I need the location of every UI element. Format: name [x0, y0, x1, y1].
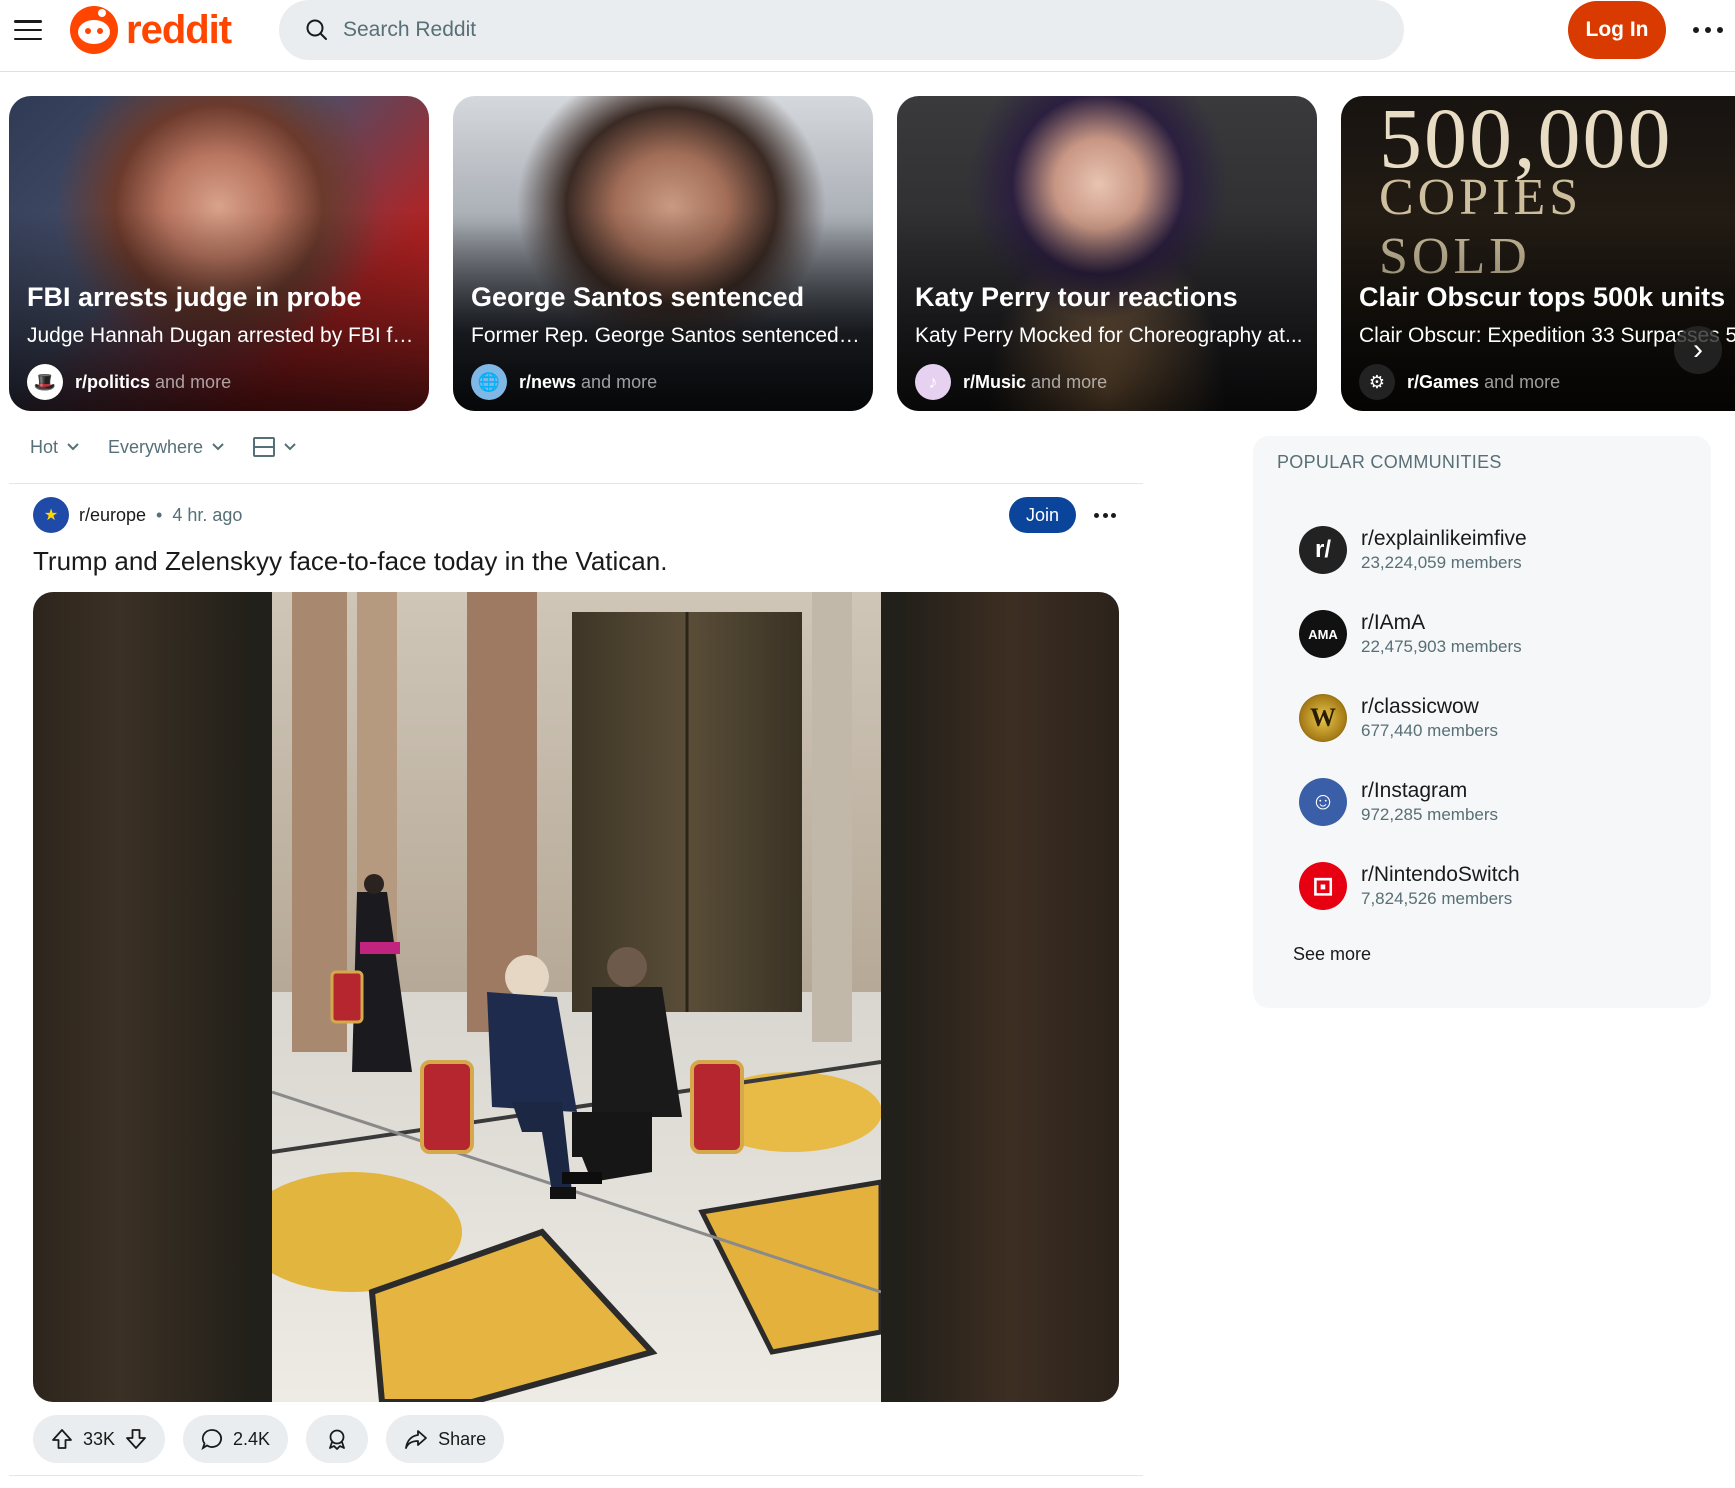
- card-subreddit-suffix: and more: [1031, 371, 1108, 392]
- post-divider: [9, 1475, 1143, 1476]
- share-label: Share: [438, 1428, 487, 1449]
- post-title[interactable]: Trump and Zelenskyy face-to-face today i…: [33, 546, 667, 577]
- card-subreddit-name: r/Games: [1407, 371, 1480, 392]
- community-item[interactable]: ⊡ r/NintendoSwitch 7,824,526 members: [1299, 862, 1520, 910]
- sort-bar: Hot Everywhere: [30, 432, 325, 462]
- card-subreddit-suffix: and more: [155, 371, 232, 392]
- card-layout-icon: [253, 437, 276, 457]
- sort-label: Hot: [30, 436, 59, 457]
- layout-dropdown[interactable]: [253, 437, 297, 457]
- trending-card[interactable]: George Santos sentenced Former Rep. Geor…: [453, 96, 873, 411]
- comment-count: 2.4K: [233, 1428, 271, 1449]
- card-subreddit[interactable]: ♪ r/Music and more: [915, 364, 1107, 400]
- community-item[interactable]: ☺ r/Instagram 972,285 members: [1299, 778, 1498, 826]
- sidebar-title: POPULAR COMMUNITIES: [1277, 452, 1502, 472]
- card-subreddit-suffix: and more: [1484, 371, 1561, 392]
- popular-communities-panel: POPULAR COMMUNITIES r/ r/explainlikeimfi…: [1253, 436, 1711, 1008]
- community-item[interactable]: r/ r/explainlikeimfive 23,224,059 member…: [1299, 526, 1527, 574]
- trending-card[interactable]: 500,000 COPIES SOLD Clair Obscur tops 50…: [1341, 96, 1735, 411]
- card-subreddit[interactable]: 🌐 r/news and more: [471, 364, 657, 400]
- join-button[interactable]: Join: [1009, 497, 1076, 533]
- instagram-snoo-icon: ☺: [1299, 778, 1347, 826]
- community-name: r/classicwow: [1361, 695, 1479, 718]
- card-subreddit-name: r/politics: [75, 371, 151, 392]
- logo-wordmark: reddit: [126, 7, 232, 52]
- politics-avatar-icon: 🎩: [27, 364, 63, 400]
- community-members: 7,824,526 members: [1361, 889, 1513, 908]
- chevron-down-icon: [284, 443, 296, 451]
- card-subreddit[interactable]: ⚙ r/Games and more: [1359, 364, 1560, 400]
- award-icon: [329, 1429, 345, 1450]
- music-avatar-icon: ♪: [915, 364, 951, 400]
- reddit-logo[interactable]: reddit: [70, 6, 232, 54]
- upvote-icon[interactable]: [51, 1428, 73, 1450]
- card-title: Katy Perry tour reactions: [915, 282, 1238, 312]
- community-members: 23,224,059 members: [1361, 553, 1522, 572]
- card-subreddit-name: r/news: [519, 371, 577, 392]
- post-separator: •: [156, 504, 163, 525]
- nintendoswitch-icon: ⊡: [1299, 862, 1347, 910]
- community-name: r/IAmA: [1361, 611, 1426, 634]
- community-members: 22,475,903 members: [1361, 637, 1522, 656]
- sort-dropdown[interactable]: Hot: [30, 437, 80, 458]
- vote-pill: 33K: [33, 1415, 166, 1463]
- post-timestamp: 4 hr. ago: [172, 504, 243, 525]
- post-photo: [272, 592, 881, 1402]
- card-description: Former Rep. George Santos sentenced t...: [471, 324, 863, 347]
- reddit-snoo-icon: [70, 6, 118, 54]
- community-name: r/Instagram: [1361, 779, 1468, 802]
- iama-icon: AMA: [1299, 610, 1347, 658]
- login-button[interactable]: Log In: [1568, 1, 1666, 59]
- card-subreddit[interactable]: 🎩 r/politics and more: [27, 364, 231, 400]
- games-avatar-icon: ⚙: [1359, 364, 1395, 400]
- trending-carousel: FBI arrests judge in probe Judge Hannah …: [9, 96, 1735, 411]
- news-globe-icon: 🌐: [471, 364, 507, 400]
- community-name: r/explainlikeimfive: [1361, 527, 1527, 550]
- top-header: reddit Search Reddit Log In: [0, 0, 1735, 72]
- chevron-down-icon: [212, 443, 224, 451]
- card-title: George Santos sentenced: [471, 282, 805, 312]
- scope-dropdown[interactable]: Everywhere: [108, 437, 225, 458]
- scope-label: Everywhere: [108, 436, 204, 457]
- vote-count: 33K: [83, 1428, 116, 1449]
- card-description: Judge Hannah Dugan arrested by FBI fo...: [27, 324, 419, 347]
- post-options-icon[interactable]: [1094, 504, 1116, 526]
- post-actions: 33K 2.4K Share: [33, 1415, 505, 1463]
- comment-icon: [201, 1429, 223, 1450]
- post-meta: ★ r/europe • 4 hr. ago: [33, 497, 242, 533]
- carousel-next-icon[interactable]: ›: [1674, 326, 1722, 374]
- feed-divider: [9, 483, 1143, 484]
- card-title: FBI arrests judge in probe: [27, 282, 362, 312]
- community-members: 677,440 members: [1361, 721, 1499, 740]
- share-button[interactable]: Share: [386, 1415, 505, 1463]
- card-title: Clair Obscur tops 500k units: [1359, 282, 1726, 312]
- search-icon: [306, 19, 327, 40]
- vatican-meeting-photo: [272, 592, 881, 1402]
- community-name: r/NintendoSwitch: [1361, 863, 1520, 886]
- community-item[interactable]: AMA r/IAmA 22,475,903 members: [1299, 610, 1522, 658]
- community-item[interactable]: W r/classicwow 677,440 members: [1299, 694, 1498, 742]
- chevron-down-icon: [67, 443, 79, 451]
- explainlikeimfive-icon: r/: [1299, 526, 1347, 574]
- card-subreddit-name: r/Music: [963, 371, 1027, 392]
- trending-card[interactable]: Katy Perry tour reactions Katy Perry Moc…: [897, 96, 1317, 411]
- share-icon: [405, 1430, 427, 1449]
- classicwow-icon: W: [1299, 694, 1347, 742]
- comments-button[interactable]: 2.4K: [183, 1415, 289, 1463]
- more-options-icon[interactable]: [1693, 16, 1723, 44]
- europe-avatar-icon[interactable]: ★: [33, 497, 69, 533]
- downvote-icon[interactable]: [125, 1428, 147, 1450]
- community-members: 972,285 members: [1361, 805, 1499, 824]
- post-subreddit-link[interactable]: r/europe: [79, 505, 146, 526]
- card-subreddit-suffix: and more: [581, 371, 658, 392]
- post-image[interactable]: [33, 592, 1119, 1402]
- trending-card[interactable]: FBI arrests judge in probe Judge Hannah …: [9, 96, 429, 411]
- award-button[interactable]: [306, 1415, 369, 1463]
- search-input[interactable]: Search Reddit: [279, 0, 1404, 60]
- card-description: Katy Perry Mocked for Choreography at...: [915, 324, 1303, 347]
- see-more-link[interactable]: See more: [1293, 944, 1371, 965]
- search-placeholder: Search Reddit: [343, 18, 477, 41]
- hamburger-menu-icon[interactable]: [14, 18, 42, 42]
